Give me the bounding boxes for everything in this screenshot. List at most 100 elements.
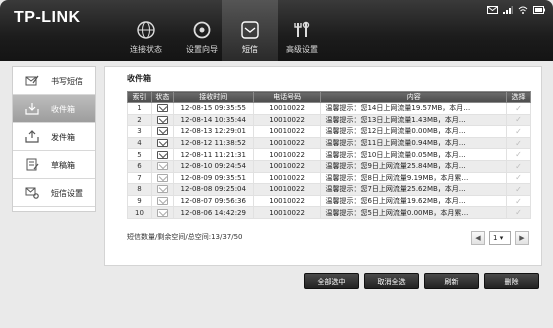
column-header-phone: 电话号码 [252,91,322,103]
sms-icon [487,6,498,14]
page-title: 收件箱 [127,74,151,83]
table-row[interactable]: 2 12-08-14 10:35:44 10010022 温馨提示：您13日上网流量1… [127,113,531,127]
read-envelope-icon [156,208,168,217]
top-header: TP-LINK 连接状态 设置向导 短信 高级设置 [0,0,553,61]
row-time: 12-08-09 09:35:51 [172,171,254,185]
select-all-button[interactable]: 全部选中 [304,273,359,289]
read-envelope-icon [156,162,168,171]
row-time: 12-08-10 09:24:54 [172,159,254,173]
sidebar-item-inbox[interactable]: 收件箱 [13,95,95,123]
row-select-checkbox[interactable]: ✓ [506,136,531,150]
row-time: 12-08-06 14:42:29 [172,206,254,219]
sidebar-item-drafts[interactable]: 草稿箱 [13,151,95,179]
row-content[interactable]: 温馨提示：您6日上网流量19.62MB，本月… [320,194,508,208]
checkmark-icon: ✓ [515,126,522,136]
row-select-checkbox[interactable]: ✓ [506,183,531,196]
read-envelope-icon [156,173,168,182]
row-phone: 10010022 [252,171,322,185]
checkmark-icon: ✓ [515,150,522,160]
sidebar-item-label: 草稿箱 [51,161,75,170]
row-select-checkbox[interactable]: ✓ [506,159,531,173]
unread-envelope-icon [156,139,168,148]
row-select-checkbox[interactable]: ✓ [506,125,531,138]
deselect-all-button[interactable]: 取消全选 [364,273,419,289]
read-envelope-icon [156,197,168,206]
nav-connection-status[interactable]: 连接状态 [118,0,174,61]
row-phone: 10010022 [252,206,322,219]
row-time: 12-08-12 11:38:52 [172,136,254,150]
page-select[interactable]: 1 ▾ [489,231,511,245]
unread-envelope-icon [156,104,168,113]
checkmark-icon: ✓ [515,208,522,218]
row-content[interactable]: 温馨提示：您11日上网流量0.94MB，本月… [320,136,508,150]
storage-summary: 短信数量/剩余空间/总空间:13/37/50 [127,233,243,241]
row-select-checkbox[interactable]: ✓ [506,148,531,161]
nav-label: 连接状态 [130,45,162,54]
battery-icon [533,6,545,14]
next-page-button[interactable]: ▶ [515,231,529,245]
checkmark-icon: ✓ [515,138,522,148]
prev-page-button[interactable]: ◀ [471,231,485,245]
row-index: 4 [127,136,152,150]
row-phone: 10010022 [252,194,322,208]
tp-link-logo: TP-LINK [14,9,81,26]
row-phone: 10010022 [252,136,322,150]
refresh-button[interactable]: 刷新 [424,273,479,289]
row-status [150,183,174,196]
column-header-select: 选择 [506,91,531,103]
row-content[interactable]: 温馨提示：您14日上网流量19.57MB，本月… [320,102,508,115]
row-content[interactable]: 温馨提示：您7日上网流量25.62MB，本月… [320,183,508,196]
sidebar-item-sms-settings[interactable]: 短信设置 [13,179,95,207]
table-header-row: 索引 状态 接收时间 电话号码 内容 选择 [127,91,531,103]
row-status [150,206,174,219]
column-header-time: 接收时间 [172,91,254,103]
nav-label: 高级设置 [286,45,318,54]
row-content[interactable]: 温馨提示：您9日上网流量25.84MB，本月… [320,159,508,173]
row-content[interactable]: 温馨提示：您12日上网流量0.00MB，本月… [320,125,508,138]
row-time: 12-08-08 09:25:04 [172,183,254,196]
table-row[interactable]: 7 12-08-09 09:35:51 10010022 温馨提示：您8日上网流量9.… [127,171,531,185]
signal-icon [503,6,513,14]
row-content[interactable]: 温馨提示：您8日上网流量9.19MB，本月累… [320,171,508,185]
row-select-checkbox[interactable]: ✓ [506,194,531,208]
table-row[interactable]: 9 12-08-07 09:56:36 10010022 温馨提示：您6日上网流量19… [127,194,531,208]
row-phone: 10010022 [252,102,322,115]
table-row[interactable]: 5 12-08-11 11:21:31 10010022 温馨提示：您10日上网流量0… [127,148,531,161]
row-time: 12-08-11 11:21:31 [172,148,254,161]
row-index: 1 [127,102,152,115]
row-status [150,194,174,208]
unread-envelope-icon [156,150,168,159]
row-select-checkbox[interactable]: ✓ [506,113,531,127]
column-header-index: 索引 [127,91,152,103]
sidebar-item-outbox[interactable]: 发件箱 [13,123,95,151]
column-header-content: 内容 [320,91,508,103]
table-row[interactable]: 3 12-08-13 12:29:01 10010022 温馨提示：您12日上网流量0… [127,125,531,138]
row-content[interactable]: 温馨提示：您5日上网流量0.00MB，本月累… [320,206,508,219]
table-row[interactable]: 10 12-08-06 14:42:29 10010022 温馨提示：您5日上网流量0… [127,206,531,219]
nav-sms[interactable]: 短信 [222,0,278,61]
nav-advanced-settings[interactable]: 高级设置 [274,0,330,61]
checkmark-icon: ✓ [515,173,522,183]
row-content[interactable]: 温馨提示：您13日上网流量1.43MB，本月… [320,113,508,127]
row-index: 3 [127,125,152,138]
delete-button[interactable]: 删除 [484,273,539,289]
table-row[interactable]: 1 12-08-15 09:35:55 10010022 温馨提示：您14日上网流量1… [127,102,531,115]
pagination: ◀ 1 ▾ ▶ [471,231,529,245]
row-index: 2 [127,113,152,127]
sidebar-item-label: 书写短信 [51,77,83,86]
row-select-checkbox[interactable]: ✓ [506,102,531,115]
row-content[interactable]: 温馨提示：您10日上网流量0.05MB，本月… [320,148,508,161]
row-status [150,148,174,161]
table-row[interactable]: 6 12-08-10 09:24:54 10010022 温馨提示：您9日上网流量25… [127,159,531,173]
table-row[interactable]: 4 12-08-12 11:38:52 10010022 温馨提示：您11日上网流量0… [127,136,531,150]
drafts-icon [26,158,39,171]
column-header-status: 状态 [150,91,174,103]
sidebar-item-compose[interactable]: 书写短信 [13,67,95,95]
tools-icon [294,21,310,37]
row-select-checkbox[interactable]: ✓ [506,171,531,185]
row-select-checkbox[interactable]: ✓ [506,206,531,219]
row-phone: 10010022 [252,148,322,161]
table-row[interactable]: 8 12-08-08 09:25:04 10010022 温馨提示：您7日上网流量25… [127,183,531,196]
wizard-icon [193,21,211,39]
checkmark-icon: ✓ [515,196,522,206]
